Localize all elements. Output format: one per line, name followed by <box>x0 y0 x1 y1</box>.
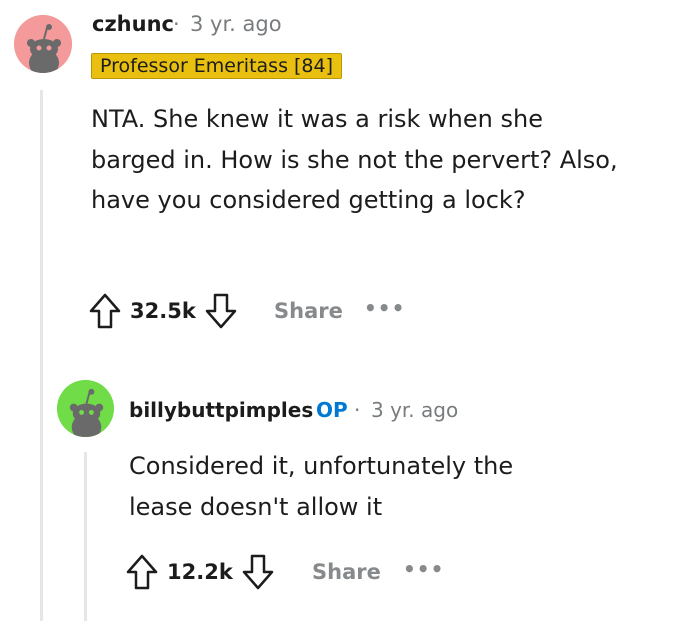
upvote-icon[interactable] <box>88 292 122 330</box>
snoo-avatar-icon <box>14 15 72 73</box>
comment-body: Considered it, unfortunately the lease d… <box>129 452 514 521</box>
separator-dot: · <box>173 12 180 36</box>
comment-author[interactable]: czhunc <box>92 12 174 36</box>
share-button[interactable]: Share <box>274 299 343 323</box>
vote-count: 32.5k <box>130 299 196 323</box>
vote-bar: 12.2k <box>125 553 275 591</box>
comment-author[interactable]: billybuttpimples <box>129 398 313 422</box>
comment-body: NTA. She knew it was a risk when she bar… <box>91 105 618 214</box>
share-button[interactable]: Share <box>312 560 381 584</box>
downvote-icon[interactable] <box>241 553 275 591</box>
avatar[interactable] <box>14 15 72 73</box>
comment-timestamp[interactable]: 3 yr. ago <box>190 12 282 36</box>
avatar[interactable] <box>57 380 114 437</box>
separator-dot: · <box>354 398 361 422</box>
op-badge: OP <box>316 398 348 422</box>
snoo-avatar-icon <box>57 380 114 437</box>
vote-bar: 32.5k <box>88 292 238 330</box>
user-flair: Professor Emeritass [84] <box>91 53 343 79</box>
upvote-icon[interactable] <box>125 553 159 591</box>
more-options-button[interactable]: ••• <box>364 296 405 320</box>
thread-line-reply[interactable] <box>84 452 87 621</box>
vote-count: 12.2k <box>167 560 233 584</box>
thread-line-parent[interactable] <box>40 90 43 621</box>
downvote-icon[interactable] <box>204 292 238 330</box>
comment-timestamp[interactable]: 3 yr. ago <box>371 398 458 422</box>
more-options-button[interactable]: ••• <box>403 557 444 581</box>
